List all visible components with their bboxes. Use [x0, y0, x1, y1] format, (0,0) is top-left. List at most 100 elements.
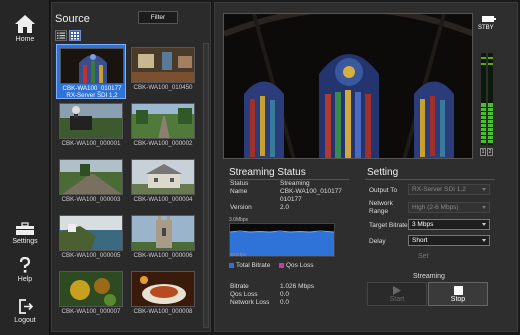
side-navigation: Home Settings Help Logout	[0, 0, 50, 335]
thumbnail-item[interactable]: CBK-WA100_000002	[128, 100, 198, 155]
settings-label: Settings	[12, 238, 38, 245]
chevron-down-icon	[482, 223, 486, 226]
name-value: CBK-WA100_010177 010177	[280, 188, 342, 203]
network-range-value: High (2-6 Mbps)	[412, 204, 459, 211]
thumbnail-label: CBK-WA100_000004	[133, 196, 193, 203]
logout-icon	[19, 299, 33, 314]
thumbnail-image	[59, 159, 123, 195]
version-value: 2.0	[280, 204, 290, 211]
output-to-select[interactable]: RX-Server SDI 1,2	[408, 184, 490, 195]
thumbnail-label: CBK-WA100_000001	[61, 140, 121, 147]
home-button[interactable]: Home	[0, 14, 50, 43]
status-label: Status	[230, 180, 249, 187]
chevron-down-icon	[482, 206, 486, 209]
thumbnail-item[interactable]: CBK-WA100_010177 RX-Server SDI 1,2	[56, 44, 126, 99]
thumbnail-label: CBK-WA100_010177 RX-Server SDI 1,2	[62, 85, 122, 99]
logout-button[interactable]: Logout	[0, 298, 50, 324]
thumbnail-image	[131, 215, 195, 251]
thumbnail-item[interactable]: CBK-WA100_000004	[128, 156, 198, 211]
qos-loss-value: 0.0	[280, 291, 290, 298]
thumbnail-item[interactable]: CBK-WA100_010450	[128, 44, 198, 99]
delay-value: Short	[412, 237, 428, 244]
total-bitrate-swatch	[229, 263, 234, 268]
thumbnail-image	[131, 159, 195, 195]
help-label: Help	[17, 276, 33, 283]
streaming-title: Streaming	[413, 273, 445, 280]
thumbnail-item[interactable]: CBK-WA100_000003	[56, 156, 126, 211]
thumbnail-label: CBK-WA100_000005	[61, 252, 121, 259]
qos-loss-legend: Qos Loss	[286, 262, 314, 269]
grid-view-toggle[interactable]	[69, 30, 81, 41]
qos-loss-label: Qos Loss	[230, 291, 258, 298]
stop-button[interactable]: Stop	[428, 282, 488, 306]
name-label: Name	[230, 188, 248, 195]
list-icon	[57, 32, 65, 39]
home-icon	[15, 15, 35, 33]
thumbnail-item[interactable]: CBK-WA100_000005	[56, 212, 126, 267]
audio-level-meter: 1 2	[477, 13, 497, 159]
battery-icon	[482, 16, 496, 22]
stop-label: Stop	[450, 296, 466, 303]
thumbnail-image	[59, 103, 123, 139]
vu-channel-1	[481, 53, 486, 145]
play-icon	[393, 286, 401, 295]
thumbnail-label: CBK-WA100_000006	[133, 252, 193, 259]
chevron-down-icon	[482, 239, 486, 242]
vu-channel-1-label: 1	[480, 148, 486, 156]
video-preview	[223, 13, 473, 159]
delay-label: Delay	[369, 238, 386, 245]
main-panel: 1 2 STBY Streaming Status Status Streami…	[214, 2, 518, 332]
total-bitrate-legend: Total Bitrate	[236, 262, 271, 269]
network-range-select[interactable]: High (2-6 Mbps)	[408, 202, 490, 213]
toolbox-icon	[16, 222, 34, 235]
bitrate-value: 1.026 Mbps	[280, 283, 314, 290]
thumbnail-item[interactable]: CBK-WA100_000006	[128, 212, 198, 267]
thumbnail-label: CBK-WA100_000003	[61, 196, 121, 203]
thumbnail-image	[59, 271, 123, 307]
start-button[interactable]: Start	[367, 282, 427, 306]
thumbnail-image	[131, 47, 195, 83]
network-loss-label: Network Loss	[230, 299, 270, 306]
chevron-down-icon	[482, 188, 486, 191]
thumbnail-item[interactable]: CBK-WA100_000007	[56, 268, 126, 323]
logout-label: Logout	[14, 317, 36, 324]
target-bitrate-label: Target Bitrate	[369, 222, 408, 229]
setting-divider	[365, 179, 495, 180]
thumbnail-item[interactable]: CBK-WA100_000001	[56, 100, 126, 155]
thumbnail-image	[131, 271, 195, 307]
help-button[interactable]: Help	[0, 257, 50, 283]
home-label: Home	[15, 36, 35, 43]
thumbnail-grid: CBK-WA100_010177 RX-Server SDI 1,2 CBK-W…	[54, 43, 200, 328]
thumbnail-image	[131, 103, 195, 139]
source-title: Source	[55, 13, 90, 25]
delay-select[interactable]: Short	[408, 235, 490, 246]
start-label: Start	[389, 296, 405, 303]
thumbnail-item[interactable]: CBK-WA100_000008	[128, 268, 198, 323]
standby-indicator: STBY	[478, 25, 494, 31]
setting-title: Setting	[367, 167, 399, 178]
qos-loss-swatch	[279, 263, 284, 268]
output-to-value: RX-Server SDI 1,2	[412, 186, 466, 193]
thumbnail-scrollbar[interactable]	[203, 43, 209, 328]
settings-button[interactable]: Settings	[0, 222, 50, 245]
thumbnail-image	[59, 215, 123, 251]
output-to-label: Output To	[369, 187, 398, 194]
source-panel: Source Filter CBK-WA100_010177 RX-Server…	[51, 2, 211, 332]
set-button[interactable]: Set	[418, 253, 429, 260]
vu-channel-2	[488, 53, 493, 145]
grid-icon	[71, 32, 79, 40]
thumbnail-image	[60, 48, 124, 84]
stop-icon	[453, 286, 463, 295]
network-range-label: Network Range	[369, 200, 393, 215]
thumbnail-label: CBK-WA100_000002	[133, 140, 193, 147]
vu-channel-2-label: 2	[487, 148, 493, 156]
list-view-toggle[interactable]	[55, 30, 67, 41]
filter-button[interactable]: Filter	[138, 11, 178, 24]
status-value: Streaming	[280, 180, 310, 187]
graph-bottom-label: 60.0 fps	[230, 252, 247, 257]
target-bitrate-select[interactable]: 3 Mbps	[408, 219, 490, 230]
target-bitrate-value: 3 Mbps	[412, 221, 434, 228]
network-loss-value: 0.0	[280, 299, 290, 306]
question-mark-icon	[19, 257, 31, 273]
thumbnail-label: CBK-WA100_000008	[133, 308, 193, 315]
